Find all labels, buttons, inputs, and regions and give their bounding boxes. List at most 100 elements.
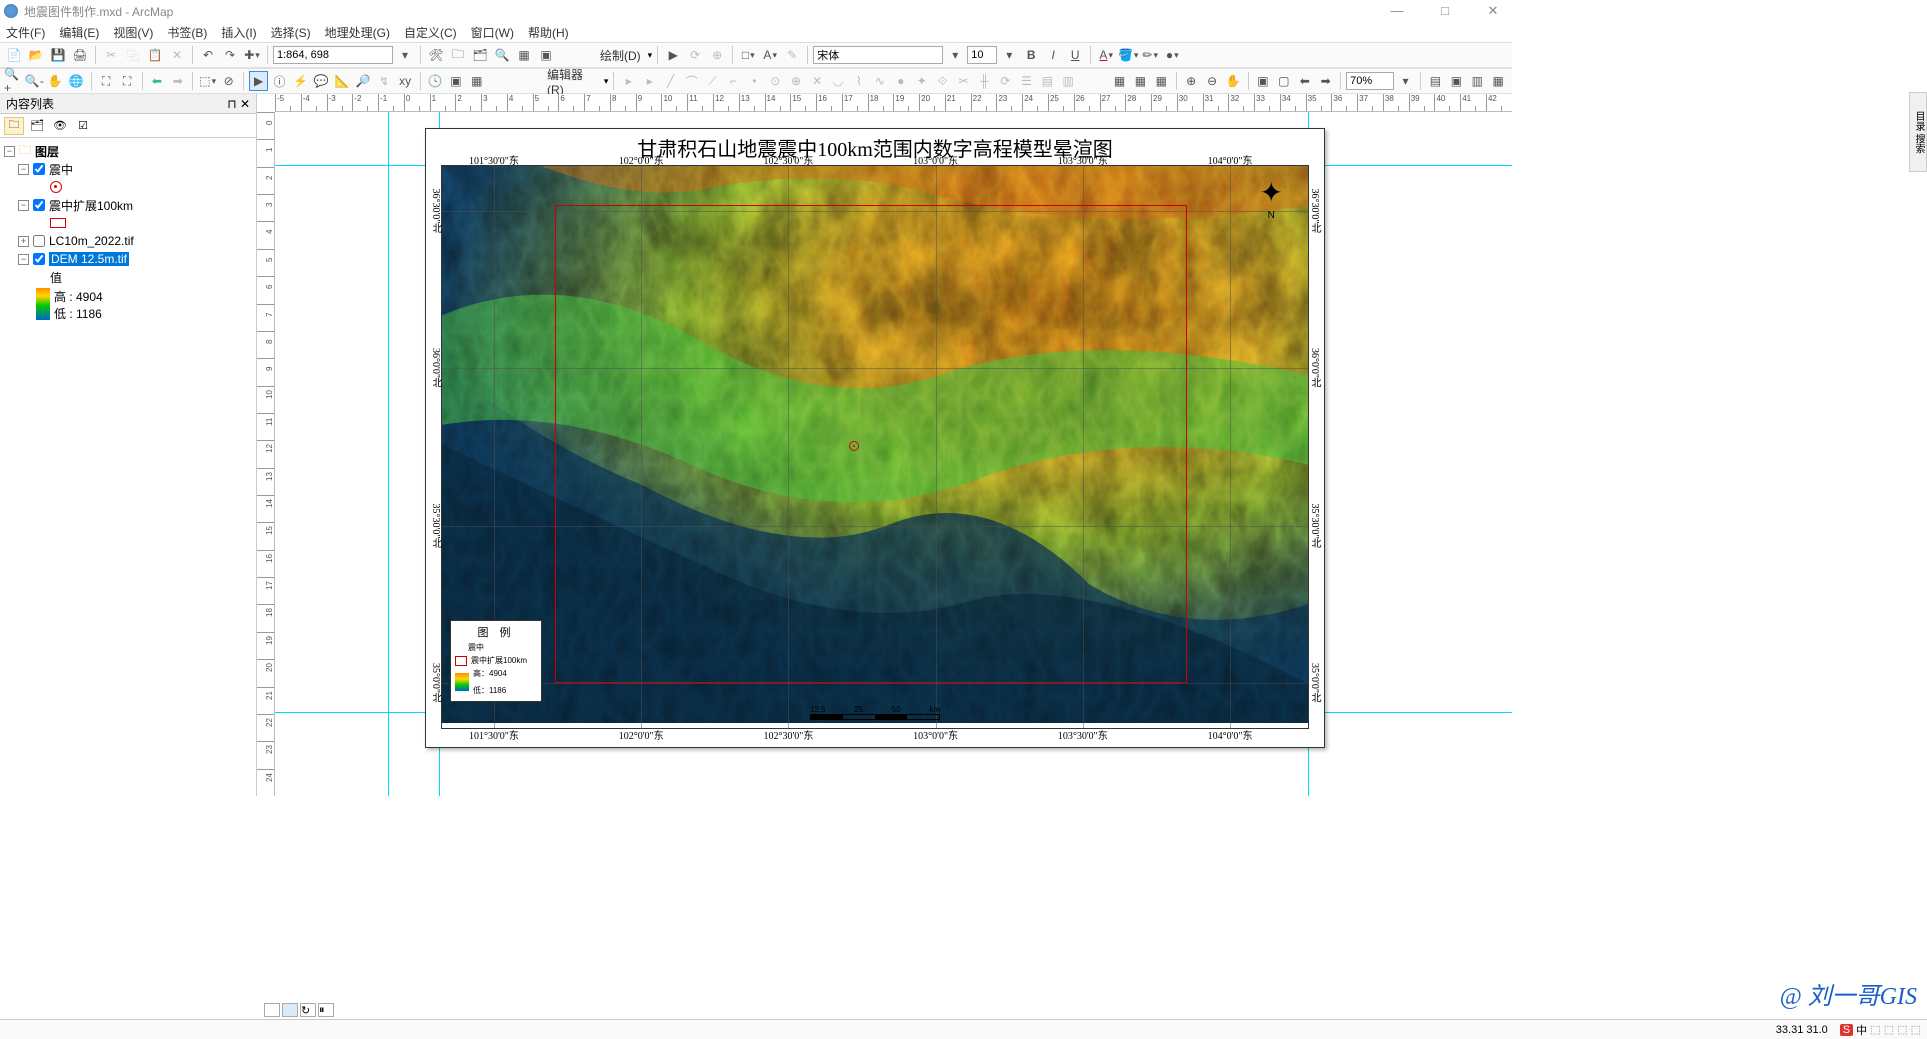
north-arrow[interactable]: ✦N	[1260, 176, 1283, 221]
toc-tree[interactable]: −🗀图层 −震中 −震中扩展100km +LC10m_2022.tif −DEM…	[0, 138, 256, 796]
refresh-button[interactable]: ↻	[300, 1003, 316, 1017]
italic-button[interactable]: I	[1043, 45, 1063, 65]
maximize-button[interactable]: □	[1430, 3, 1460, 19]
focus-data-frame[interactable]: ▣	[1447, 71, 1466, 91]
search-window-button[interactable]: 🔍	[492, 45, 512, 65]
pointer-button[interactable]: ▶	[249, 71, 268, 91]
forward-extent-button[interactable]: ➡	[168, 71, 187, 91]
straight-segment[interactable]: ╱	[661, 71, 680, 91]
toc-tab-visibility[interactable]: 👁	[50, 117, 70, 135]
model-builder-button[interactable]: ▦	[514, 45, 534, 65]
edit-vertices[interactable]: ✦	[912, 71, 931, 91]
editor-toolbar-button[interactable]: 🛠	[426, 45, 446, 65]
menu-bookmarks[interactable]: 书签(B)	[167, 24, 207, 41]
paste-button[interactable]: 📋	[145, 45, 165, 65]
toc-tab-drawing-order[interactable]: 🗀	[4, 117, 24, 135]
toc-layer2-checkbox[interactable]	[33, 199, 45, 211]
toc-layer4-checkbox[interactable]	[33, 253, 45, 265]
direction-distance[interactable]: ⊕	[787, 71, 806, 91]
layout-zoom-input[interactable]	[1346, 72, 1394, 90]
edit-annotation-tool[interactable]: ▸	[640, 71, 659, 91]
menu-geoprocessing[interactable]: 地理处理(G)	[325, 24, 390, 41]
georef-button1[interactable]: ▦	[1110, 71, 1129, 91]
rectangle-tool[interactable]: □▾	[738, 45, 758, 65]
right-angle[interactable]: ⌐	[724, 71, 743, 91]
zoom-out-button[interactable]: 🔍-	[25, 71, 44, 91]
measure-button[interactable]: 📐	[333, 71, 352, 91]
menu-customize[interactable]: 自定义(C)	[404, 24, 457, 41]
map-title[interactable]: 甘肃积石山地震震中100km范围内数字高程模型晕渲图	[426, 129, 1324, 164]
edit-vertices-button[interactable]: ✎	[782, 45, 802, 65]
layout-100pct[interactable]: ▢	[1274, 71, 1293, 91]
menu-windows[interactable]: 窗口(W)	[471, 24, 514, 41]
back-extent-button[interactable]: ⬅	[147, 71, 166, 91]
redo-button[interactable]: ↷	[220, 45, 240, 65]
scale-bar[interactable]: 12.52550km	[810, 705, 940, 720]
menu-insert[interactable]: 插入(I)	[221, 24, 256, 41]
toolbox-button[interactable]: 🗀	[448, 45, 468, 65]
right-dock-tabs[interactable]: 目录 搜索	[1909, 92, 1927, 172]
clear-selection-button[interactable]: ⊘	[219, 71, 238, 91]
toc-close-button[interactable]: ✕	[240, 97, 250, 111]
layout-whole-page[interactable]: ▣	[1253, 71, 1272, 91]
layout-canvas[interactable]: 甘肃积石山地震震中100km范围内数字高程模型晕渲图	[275, 112, 1512, 796]
rotate-button[interactable]: ⟳	[685, 45, 705, 65]
pause-drawing-button[interactable]: ⏸	[318, 1003, 334, 1017]
find-button[interactable]: 🔎	[354, 71, 373, 91]
layout-zoom-out[interactable]: ⊖	[1203, 71, 1222, 91]
distance-distance[interactable]: ⊙	[766, 71, 785, 91]
toc-layers-root[interactable]: 图层	[35, 143, 59, 160]
scale-dropdown[interactable]: ▾	[395, 45, 415, 65]
map-frame[interactable]: 101°30'0"东101°30'0"东102°0'0"东102°0'0"东10…	[441, 165, 1309, 729]
cut-polygons[interactable]: ✂	[954, 71, 973, 91]
fixed-zoom-in-button[interactable]: ⛶	[97, 71, 116, 91]
menu-file[interactable]: 文件(F)	[6, 24, 45, 41]
change-layout-button[interactable]: ▥	[1468, 71, 1487, 91]
layout-zoom-dropdown[interactable]: ▾	[1396, 71, 1415, 91]
end-point-arc[interactable]: ⌒	[682, 71, 701, 91]
toc-tab-selection[interactable]: ☑	[73, 117, 93, 135]
save-button[interactable]: 💾	[48, 45, 68, 65]
toc-pin-button[interactable]: ⊓	[227, 97, 236, 111]
add-data-button[interactable]: ✚▾	[242, 45, 262, 65]
select-elements-button[interactable]: ▶	[663, 45, 683, 65]
fill-color-button[interactable]: 🪣▾	[1118, 45, 1138, 65]
undo-button[interactable]: ↶	[198, 45, 218, 65]
marker-color-button[interactable]: ●▾	[1162, 45, 1182, 65]
midpoint[interactable]: •	[745, 71, 764, 91]
layout-pan[interactable]: ✋	[1224, 71, 1243, 91]
tangent[interactable]: ⌇	[850, 71, 869, 91]
arc-segment[interactable]: ◡	[829, 71, 848, 91]
font-dropdown[interactable]: ▾	[945, 45, 965, 65]
layout-page[interactable]: 甘肃积石山地震震中100km范围内数字高程模型晕渲图	[425, 128, 1325, 748]
rotate-tool[interactable]: ⟳	[996, 71, 1015, 91]
menu-selection[interactable]: 选择(S)	[271, 24, 311, 41]
ime-lang[interactable]: 中	[1853, 1022, 1870, 1038]
georef-button3[interactable]: ▦	[1152, 71, 1171, 91]
go-to-xy-button[interactable]: xy	[396, 71, 415, 91]
layout-forward[interactable]: ➡	[1316, 71, 1335, 91]
close-button[interactable]: ✕	[1478, 3, 1508, 19]
georef-button2[interactable]: ▦	[1131, 71, 1150, 91]
fixed-zoom-out-button[interactable]: ⛶	[118, 71, 137, 91]
underline-button[interactable]: U	[1065, 45, 1085, 65]
menu-help[interactable]: 帮助(H)	[528, 24, 569, 41]
fontsize-dropdown[interactable]: ▾	[999, 45, 1019, 65]
bold-button[interactable]: B	[1021, 45, 1041, 65]
editor-label[interactable]: 编辑器(R)	[547, 66, 597, 97]
identify-button[interactable]: ⓘ	[270, 71, 289, 91]
print-button[interactable]: 🖨	[70, 45, 90, 65]
toc-layer3[interactable]: LC10m_2022.tif	[49, 234, 134, 248]
time-slider-button[interactable]: 🕓	[425, 71, 444, 91]
trace-tool[interactable]: ⟋	[703, 71, 722, 91]
toc-layer3-checkbox[interactable]	[33, 235, 45, 247]
pan-button[interactable]: ✋	[46, 71, 65, 91]
map-legend[interactable]: 图 例 震中 震中扩展100km 高：4904低：1186	[450, 620, 542, 702]
bezier[interactable]: ∿	[870, 71, 889, 91]
new-button[interactable]: 📄	[4, 45, 24, 65]
layout-zoom-in[interactable]: ⊕	[1182, 71, 1201, 91]
menu-view[interactable]: 视图(V)	[113, 24, 153, 41]
create-features[interactable]: ▥	[1059, 71, 1078, 91]
edit-tool[interactable]: ▸	[619, 71, 638, 91]
guide-line[interactable]	[388, 112, 389, 796]
